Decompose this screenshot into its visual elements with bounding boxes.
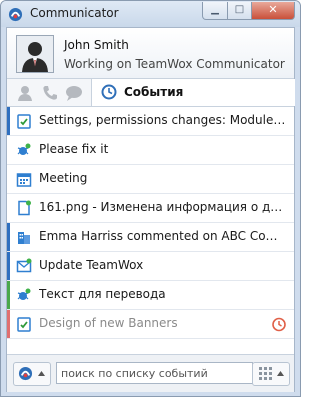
event-row[interactable]: Meeting: [7, 165, 294, 194]
document-icon: [18, 200, 31, 216]
event-row[interactable]: Emma Harriss commented on ABC Company: [7, 223, 294, 252]
event-row[interactable]: Текст для перевода: [7, 281, 294, 310]
event-priority-marker: [7, 223, 10, 251]
event-row[interactable]: Update TeamWox: [7, 252, 294, 281]
user-status: Working on TeamWox Communicator: [64, 57, 285, 71]
view-options-button[interactable]: [252, 362, 290, 386]
mail-icon: [16, 258, 32, 273]
teamwox-logo-icon[interactable]: [8, 7, 23, 22]
event-row[interactable]: 161.png - Изменена информация о докум…: [7, 194, 294, 223]
event-priority-marker: [7, 252, 10, 280]
event-title: Meeting: [39, 171, 88, 185]
task-icon: [17, 114, 31, 129]
event-priority-marker: [7, 107, 10, 135]
company-icon: [18, 232, 30, 244]
bottom-toolbar: [7, 354, 294, 392]
window-title: Communicator: [30, 6, 119, 20]
event-priority-marker: [7, 194, 10, 222]
avatar[interactable]: [16, 35, 54, 73]
main-panel: John Smith Working on TeamWox Communicat…: [6, 27, 295, 392]
alarm-clock-icon[interactable]: [271, 316, 287, 332]
task-icon: [17, 317, 31, 332]
title-bar[interactable]: Communicator ▁ □ ✕: [1, 1, 300, 27]
event-priority-marker: [7, 165, 10, 193]
maximize-button[interactable]: □: [227, 2, 252, 20]
bug-icon: [17, 288, 31, 300]
main-menu-button[interactable]: [13, 362, 51, 386]
communicator-window: Communicator ▁ □ ✕ John Smith Working on…: [0, 0, 301, 397]
event-title: Settings, permissions changes: Module 'e…: [39, 113, 287, 127]
chat-icon[interactable]: [64, 83, 84, 103]
chevron-up-icon: [277, 371, 284, 376]
tab-events-label: События: [124, 85, 184, 99]
event-title: Please fix it: [39, 142, 109, 156]
tab-events[interactable]: События: [91, 79, 295, 106]
user-name: John Smith: [64, 38, 129, 52]
minimize-button[interactable]: ▁: [202, 2, 228, 20]
event-row[interactable]: Settings, permissions changes: Module 'e…: [7, 107, 294, 136]
event-row[interactable]: Please fix it: [7, 136, 294, 165]
grid-icon: [259, 367, 272, 380]
event-title: Текст для перевода: [39, 287, 166, 301]
chevron-up-icon: [38, 371, 45, 376]
event-priority-marker: [7, 281, 10, 309]
person-icon[interactable]: [15, 83, 35, 103]
profile-header: John Smith Working on TeamWox Communicat…: [7, 28, 294, 79]
event-row[interactable]: Design of new Banners: [7, 310, 294, 339]
phone-icon[interactable]: [40, 83, 60, 103]
search-input[interactable]: [56, 362, 253, 384]
tab-bar: События: [7, 79, 295, 107]
calendar-icon: [16, 173, 32, 187]
event-title: Design of new Banners: [39, 316, 178, 330]
event-title: 161.png - Изменена информация о докум…: [39, 200, 287, 214]
clock-icon: [101, 84, 117, 100]
close-button[interactable]: ✕: [251, 2, 295, 20]
event-title: Emma Harriss commented on ABC Company: [39, 229, 287, 243]
teamwox-logo-icon: [18, 366, 33, 381]
event-list: Settings, permissions changes: Module 'e…: [7, 107, 294, 339]
event-priority-marker: [7, 136, 10, 164]
event-priority-marker: [7, 310, 10, 338]
event-title: Update TeamWox: [39, 258, 144, 272]
bug-icon: [17, 143, 31, 155]
